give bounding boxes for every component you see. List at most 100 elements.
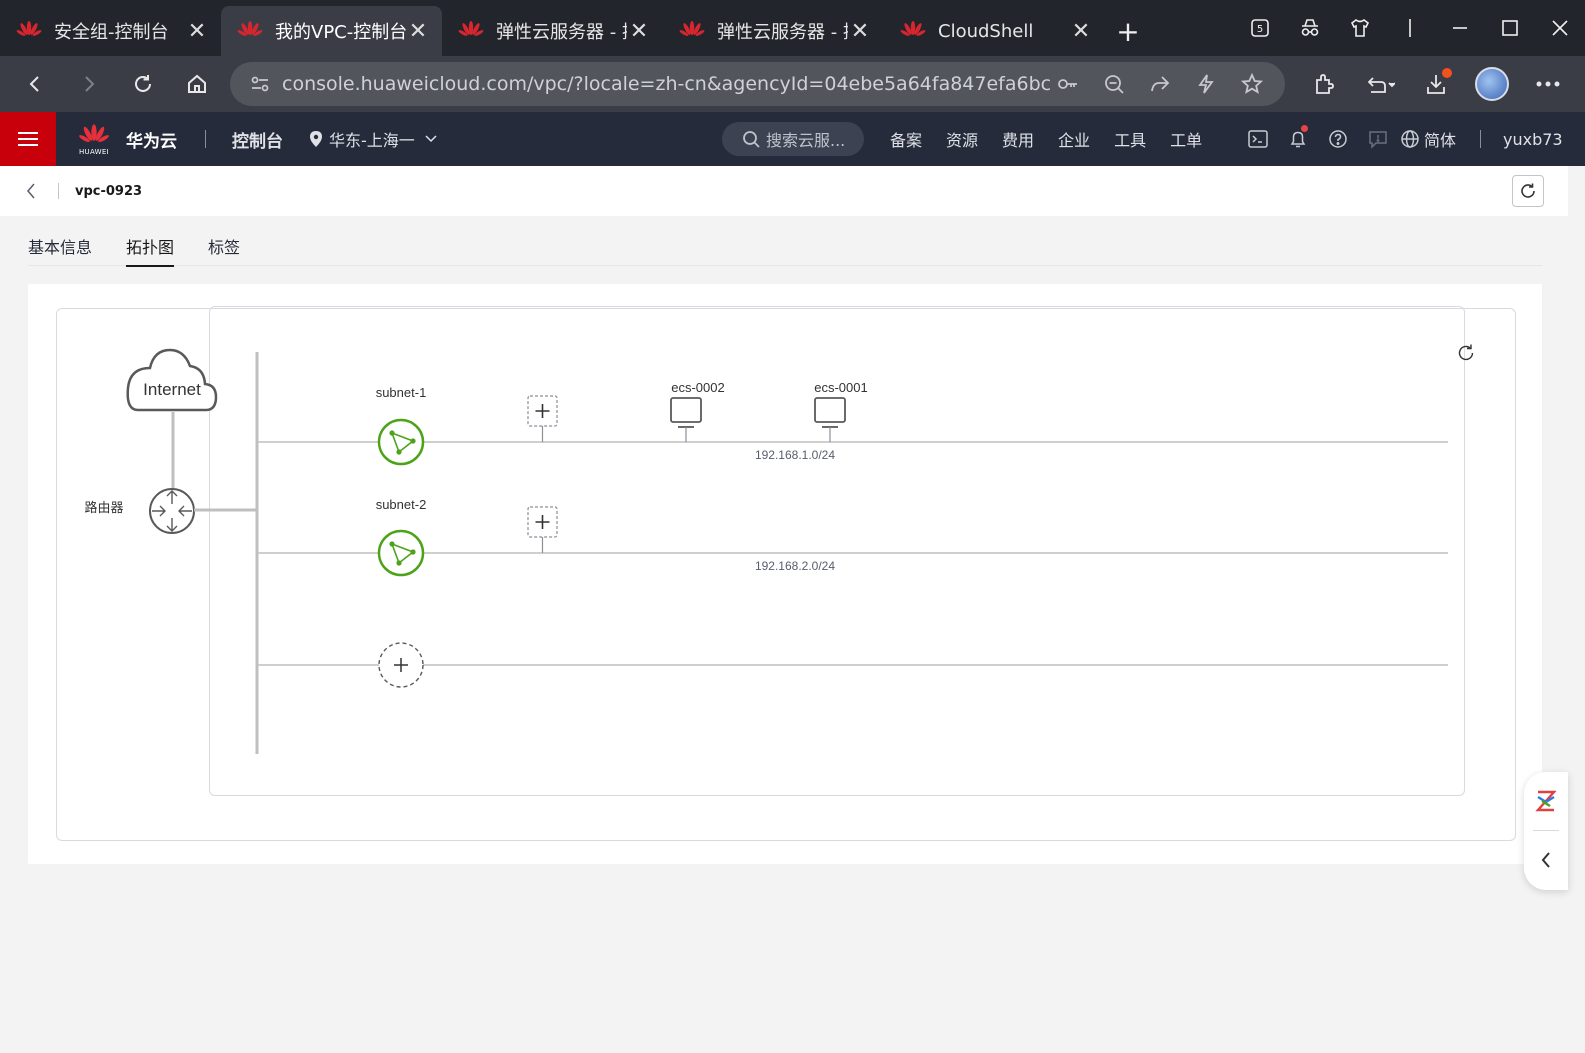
add-server-button[interactable] — [527, 395, 558, 442]
browser-tab[interactable]: 弹性云服务器 - 控 ✕ — [663, 6, 884, 56]
browser-tab[interactable]: 安全组-控制台 ✕ — [0, 6, 221, 56]
detail-tabs: 基本信息 拓扑图 标签 — [28, 226, 1542, 267]
reload-icon[interactable] — [116, 56, 170, 112]
subnet-name[interactable]: subnet-1 — [376, 385, 427, 400]
back-icon[interactable] — [26, 183, 46, 199]
tab-tags[interactable]: 标签 — [208, 226, 240, 266]
avatar — [1475, 67, 1509, 101]
add-subnet-button[interactable] — [378, 642, 424, 688]
refresh-button[interactable] — [1512, 175, 1544, 207]
region-selector[interactable]: 华东-上海一 — [309, 127, 437, 151]
tab-title: 弹性云服务器 - 控 — [717, 22, 848, 43]
undo-history-icon[interactable] — [1352, 56, 1408, 112]
subnet-name[interactable]: subnet-2 — [376, 497, 427, 512]
console-link[interactable]: 控制台 — [232, 127, 283, 152]
collapse-chevron-left-icon[interactable] — [1541, 831, 1551, 889]
logo-brand-text: HUAWEI — [78, 147, 109, 156]
incognito-icon[interactable] — [1285, 0, 1335, 56]
back-arrow-icon[interactable] — [8, 56, 62, 112]
toolbar-divider — [1385, 0, 1435, 56]
browser-tab-active[interactable]: 我的VPC-控制台 ✕ — [221, 6, 442, 56]
subnet-icon[interactable] — [377, 529, 425, 577]
forward-arrow-icon[interactable] — [62, 56, 116, 112]
huawei-favicon-icon — [679, 21, 705, 36]
router-icon[interactable] — [149, 488, 195, 534]
url-text[interactable]: console.huaweicloud.com/vpc/?locale=zh-c… — [282, 73, 1052, 95]
minimize-icon[interactable] — [1435, 0, 1485, 56]
browser-tab[interactable]: 弹性云服务器 - 控 ✕ — [442, 6, 663, 56]
bell-icon[interactable] — [1278, 112, 1318, 166]
internet-label: Internet — [143, 380, 201, 399]
subnet-cidr: 192.168.1.0/24 — [755, 448, 835, 462]
refresh-icon — [1521, 183, 1535, 198]
global-search-input[interactable]: 搜索云服... — [722, 122, 864, 156]
router-label: 路由器 — [84, 500, 123, 515]
server-name[interactable]: ecs-0002 — [671, 380, 724, 395]
toolbar-right — [1296, 56, 1576, 112]
chevron-down-icon — [425, 135, 437, 143]
more-menu-icon[interactable] — [1520, 56, 1576, 112]
topology-diagram: Internet 路由器 subnet-1 ecs-0002 ecs-0001 … — [84, 344, 1474, 754]
zoom-out-icon[interactable] — [1091, 62, 1137, 106]
tab-title: 安全组-控制台 — [54, 22, 169, 43]
region-label: 华东-上海一 — [329, 131, 415, 150]
profile-avatar[interactable] — [1464, 56, 1520, 112]
close-icon[interactable]: ✕ — [406, 19, 430, 44]
help-icon[interactable] — [1318, 112, 1358, 166]
add-server-button[interactable] — [527, 506, 558, 553]
nav-item-resources[interactable]: 资源 — [946, 127, 978, 151]
close-icon[interactable]: ✕ — [185, 19, 209, 44]
huawei-cloud-logo[interactable]: HUAWEI 华为云 — [78, 123, 177, 156]
nav-item-tools[interactable]: 工具 — [1114, 127, 1146, 151]
feedback-icon[interactable] — [1358, 112, 1398, 166]
tab-basic-info[interactable]: 基本信息 — [28, 226, 92, 266]
language-label: 简体 — [1424, 131, 1457, 150]
console-header: HUAWEI 华为云 控制台 华东-上海一 搜索云服... 备案 资源 费用 企… — [0, 112, 1585, 166]
huawei-favicon-icon — [16, 21, 42, 36]
huawei-favicon-icon — [237, 21, 263, 36]
header-nav: 备案 资源 费用 企业 工具 工单 — [890, 112, 1226, 166]
close-icon[interactable]: ✕ — [627, 19, 651, 44]
address-bar[interactable]: console.huaweicloud.com/vpc/?locale=zh-c… — [230, 62, 1285, 106]
language-selector[interactable]: 简体 — [1400, 127, 1456, 151]
nav-item-billing[interactable]: 费用 — [1002, 127, 1034, 151]
assistant-logo-icon[interactable] — [1535, 772, 1557, 830]
topology-refresh-icon[interactable] — [1458, 344, 1474, 361]
floating-assistant-widget — [1524, 772, 1568, 890]
search-icon — [743, 131, 760, 148]
download-badge — [1442, 68, 1452, 78]
header-divider — [1480, 130, 1482, 148]
workspaces-icon[interactable]: 5 — [1235, 0, 1285, 56]
cloudshell-terminal-icon[interactable] — [1238, 112, 1278, 166]
header-divider — [205, 130, 206, 148]
share-icon[interactable] — [1137, 62, 1183, 106]
home-icon[interactable] — [170, 56, 224, 112]
tab-topology[interactable]: 拓扑图 — [126, 226, 175, 267]
close-icon[interactable]: ✕ — [848, 19, 872, 44]
nav-item-tickets[interactable]: 工单 — [1170, 127, 1202, 151]
logo-text: 华为云 — [126, 131, 177, 152]
subnet-icon[interactable] — [377, 418, 425, 466]
browser-tab[interactable]: CloudShell ✕ — [884, 6, 1105, 56]
site-settings-icon[interactable] — [248, 72, 272, 96]
nav-item-filing[interactable]: 备案 — [890, 127, 922, 151]
close-icon[interactable]: ✕ — [1069, 19, 1093, 44]
server-monitor-icon[interactable] — [814, 397, 846, 442]
new-tab-button[interactable]: + — [1105, 6, 1151, 56]
star-icon[interactable] — [1229, 62, 1275, 106]
close-window-icon[interactable] — [1535, 0, 1585, 56]
download-icon[interactable] — [1408, 56, 1464, 112]
browser-toolbar: console.huaweicloud.com/vpc/?locale=zh-c… — [0, 56, 1585, 112]
server-name[interactable]: ecs-0001 — [814, 380, 867, 395]
maximize-icon[interactable] — [1485, 0, 1535, 56]
hamburger-menu-icon[interactable] — [0, 112, 56, 166]
extensions-shirt-icon[interactable] — [1335, 0, 1385, 56]
huawei-favicon-icon — [900, 21, 926, 36]
key-icon[interactable] — [1045, 62, 1091, 106]
nav-item-enterprise[interactable]: 企业 — [1058, 127, 1090, 151]
lightning-icon[interactable] — [1183, 62, 1229, 106]
server-monitor-icon[interactable] — [670, 397, 702, 442]
user-account-menu[interactable]: yuxb73 — [1503, 130, 1563, 149]
tab-title: 我的VPC-控制台 — [275, 22, 406, 43]
extensions-icon[interactable] — [1296, 56, 1352, 112]
